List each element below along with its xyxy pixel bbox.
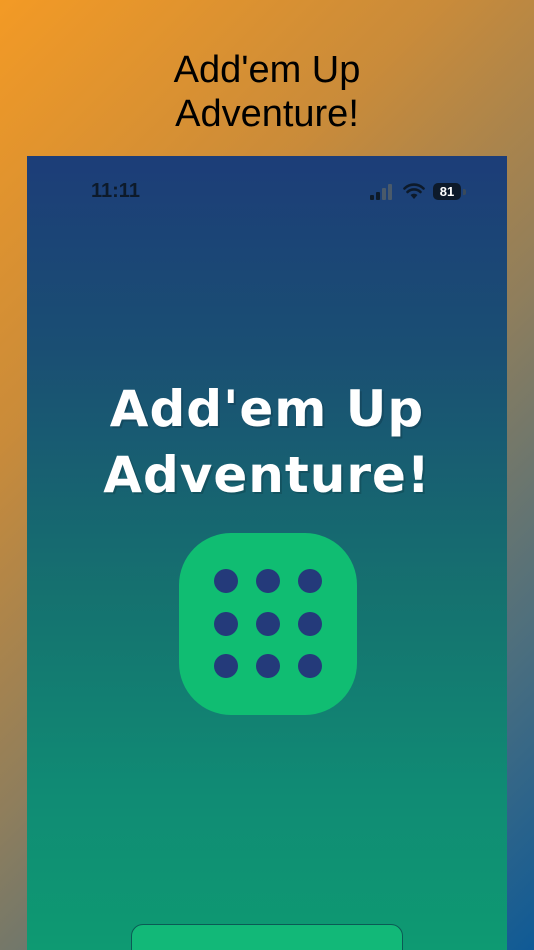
dice-pip — [214, 612, 238, 636]
game-title-line-1: Add'em Up — [109, 380, 425, 438]
store-title-line-1: Add'em Up — [173, 49, 361, 91]
status-bar: 11:11 81 — [27, 156, 507, 226]
dice-pip — [298, 569, 322, 593]
signal-icon — [370, 184, 394, 200]
dice-pip — [256, 569, 280, 593]
dice-pip — [298, 612, 322, 636]
game-title-line-2: Adventure! — [103, 446, 431, 504]
dice-pip — [298, 654, 322, 678]
game-title: Add'em Up Adventure! — [27, 376, 507, 508]
status-time: 11:11 — [91, 180, 140, 202]
dice-pip — [214, 569, 238, 593]
dice-pip — [256, 654, 280, 678]
battery-icon: 81 — [433, 183, 467, 200]
battery-level: 81 — [439, 184, 455, 199]
dice-pip — [214, 654, 238, 678]
store-title-line-2: Adventure! — [175, 93, 359, 135]
wifi-icon — [403, 183, 425, 199]
dice-pip — [256, 612, 280, 636]
dice-icon — [179, 533, 357, 715]
phone-screen: 11:11 81 Add'em Up Adventure! — [27, 156, 507, 950]
store-screenshot-title: Add'em Up Adventure! — [0, 48, 534, 136]
start-button[interactable] — [131, 924, 403, 950]
